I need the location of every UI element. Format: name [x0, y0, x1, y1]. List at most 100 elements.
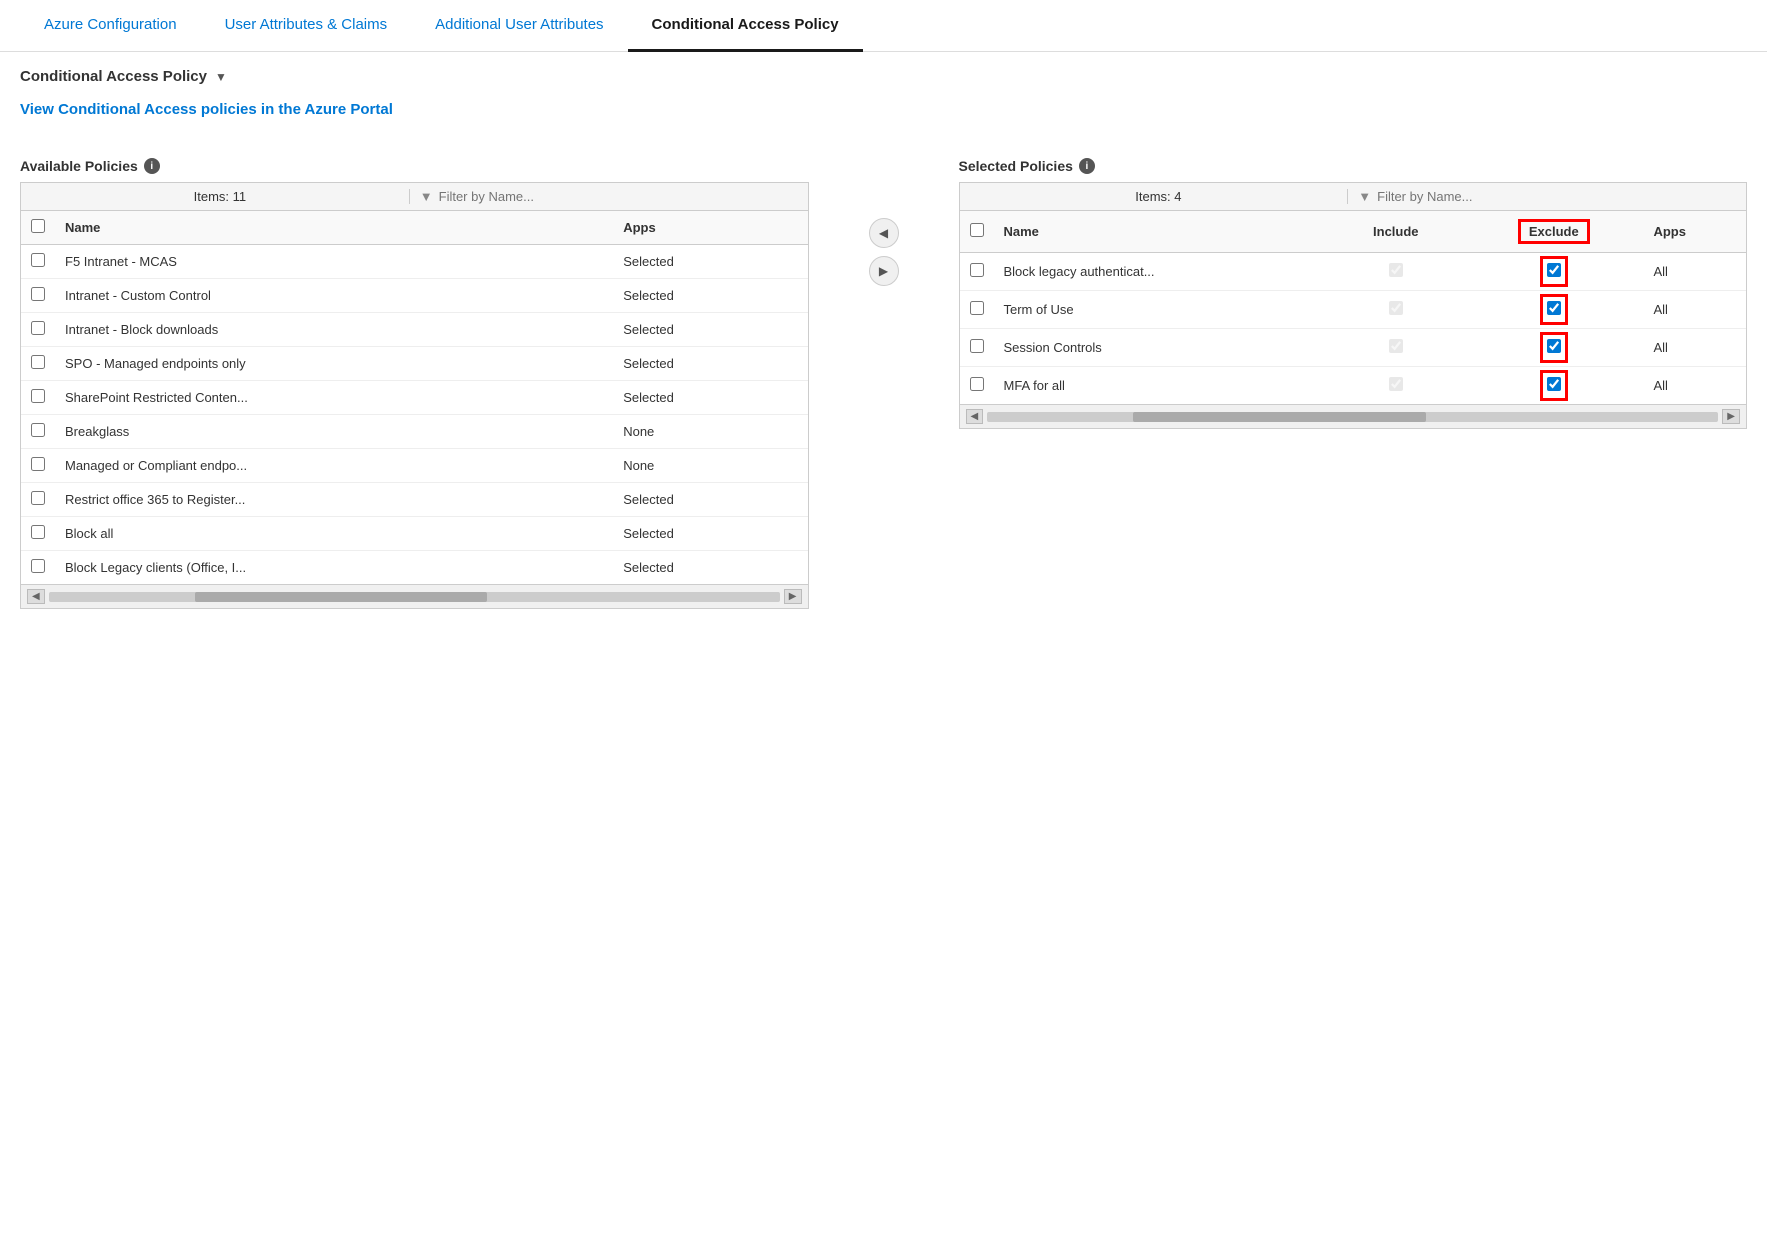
- available-row-checkbox[interactable]: [31, 559, 45, 573]
- selected-row-checkbox[interactable]: [970, 377, 984, 391]
- available-row-checkbox[interactable]: [31, 321, 45, 335]
- available-table-row: Restrict office 365 to Register... Selec…: [21, 483, 808, 517]
- selected-row-exclude-cell[interactable]: [1464, 253, 1643, 291]
- selected-row-name: Term of Use: [994, 291, 1328, 329]
- selected-policies-filter-input[interactable]: [1377, 189, 1736, 204]
- available-row-checkbox[interactable]: [31, 389, 45, 403]
- available-table-row: Intranet - Custom Control Selected: [21, 279, 808, 313]
- selected-row-include-checkbox[interactable]: [1389, 301, 1403, 315]
- available-row-checkbox-cell[interactable]: [21, 449, 55, 483]
- selected-policies-info-icon[interactable]: i: [1079, 158, 1095, 174]
- transfer-right-button[interactable]: ▶: [869, 256, 899, 286]
- available-select-all-checkbox[interactable]: [31, 219, 45, 233]
- selected-row-include-checkbox[interactable]: [1389, 263, 1403, 277]
- available-table-row: Breakglass None: [21, 415, 808, 449]
- available-row-apps: Selected: [613, 551, 807, 585]
- selected-row-checkbox-cell[interactable]: [960, 253, 994, 291]
- selected-scroll-track: [987, 412, 1718, 422]
- available-apps-header: Apps: [613, 211, 807, 245]
- dropdown-arrow-icon[interactable]: ▼: [215, 70, 227, 84]
- available-row-name: Block Legacy clients (Office, I...: [55, 551, 613, 585]
- selected-scroll-left[interactable]: ◀: [966, 409, 984, 424]
- available-row-checkbox-cell[interactable]: [21, 347, 55, 381]
- azure-portal-link[interactable]: View Conditional Access policies in the …: [20, 101, 393, 118]
- available-table-row: F5 Intranet - MCAS Selected: [21, 245, 808, 279]
- available-policies-filter-area: ▼: [409, 189, 798, 204]
- selected-row-exclude-checkbox[interactable]: [1547, 339, 1561, 353]
- selected-row-checkbox[interactable]: [970, 301, 984, 315]
- selected-scroll-right[interactable]: ▶: [1722, 409, 1740, 424]
- transfer-buttons: ◀ ▶: [869, 158, 899, 286]
- available-row-checkbox-cell[interactable]: [21, 415, 55, 449]
- selected-policies-toolbar: Items: 4 ▼: [960, 183, 1747, 211]
- selected-row-exclude-cell[interactable]: [1464, 367, 1643, 405]
- selected-row-checkbox[interactable]: [970, 339, 984, 353]
- selected-row-include-cell[interactable]: [1327, 291, 1464, 329]
- available-row-checkbox[interactable]: [31, 287, 45, 301]
- selected-row-checkbox-cell[interactable]: [960, 329, 994, 367]
- available-scroll-right[interactable]: ▶: [784, 589, 802, 604]
- selected-horizontal-scroll[interactable]: ◀ ▶: [960, 404, 1747, 428]
- available-row-checkbox-cell[interactable]: [21, 517, 55, 551]
- section-header: Conditional Access Policy ▼: [20, 68, 1747, 85]
- available-table-row: Block Legacy clients (Office, I... Selec…: [21, 551, 808, 585]
- available-row-name: Intranet - Block downloads: [55, 313, 613, 347]
- available-policies-scroll[interactable]: Name Apps F5 Intranet - MCAS Selected In…: [21, 211, 808, 584]
- selected-row-include-cell[interactable]: [1327, 253, 1464, 291]
- selected-apps-header: Apps: [1643, 211, 1746, 253]
- selected-row-apps: All: [1643, 253, 1746, 291]
- selected-policies-table: Name Include Exclude Apps Block l: [960, 211, 1747, 404]
- available-row-name: SharePoint Restricted Conten...: [55, 381, 613, 415]
- tab-additional-user-attributes[interactable]: Additional User Attributes: [411, 0, 627, 52]
- available-scroll-left[interactable]: ◀: [27, 589, 45, 604]
- selected-row-exclude-checkbox[interactable]: [1547, 263, 1561, 277]
- selected-row-include-cell[interactable]: [1327, 367, 1464, 405]
- available-row-name: Managed or Compliant endpo...: [55, 449, 613, 483]
- available-row-checkbox[interactable]: [31, 355, 45, 369]
- available-scroll-track: [49, 592, 780, 602]
- available-row-checkbox-cell[interactable]: [21, 551, 55, 585]
- available-row-checkbox[interactable]: [31, 491, 45, 505]
- tab-conditional-access[interactable]: Conditional Access Policy: [628, 0, 863, 52]
- available-policies-filter-input[interactable]: [439, 189, 798, 204]
- available-row-checkbox-cell[interactable]: [21, 245, 55, 279]
- section-title: Conditional Access Policy: [20, 68, 207, 85]
- selected-row-exclude-checkbox[interactable]: [1547, 377, 1561, 391]
- available-name-header: Name: [55, 211, 613, 245]
- available-row-checkbox-cell[interactable]: [21, 483, 55, 517]
- available-table-row: SPO - Managed endpoints only Selected: [21, 347, 808, 381]
- selected-table-row: MFA for all All: [960, 367, 1747, 405]
- selected-table-row: Term of Use All: [960, 291, 1747, 329]
- selected-row-exclude-cell[interactable]: [1464, 329, 1643, 367]
- tab-azure-configuration[interactable]: Azure Configuration: [20, 0, 201, 52]
- available-row-checkbox-cell[interactable]: [21, 279, 55, 313]
- transfer-left-button[interactable]: ◀: [869, 218, 899, 248]
- selected-row-exclude-cell[interactable]: [1464, 291, 1643, 329]
- available-policies-info-icon[interactable]: i: [144, 158, 160, 174]
- available-select-all-header[interactable]: [21, 211, 55, 245]
- available-row-checkbox[interactable]: [31, 423, 45, 437]
- selected-select-all-header[interactable]: [960, 211, 994, 253]
- available-row-apps: Selected: [613, 313, 807, 347]
- selected-row-checkbox-cell[interactable]: [960, 367, 994, 405]
- available-row-checkbox[interactable]: [31, 525, 45, 539]
- selected-row-exclude-checkbox[interactable]: [1547, 301, 1561, 315]
- tab-user-attributes[interactable]: User Attributes & Claims: [201, 0, 412, 52]
- available-row-apps: Selected: [613, 381, 807, 415]
- selected-row-name: Session Controls: [994, 329, 1328, 367]
- selected-row-include-cell[interactable]: [1327, 329, 1464, 367]
- available-row-apps: None: [613, 449, 807, 483]
- available-row-checkbox-cell[interactable]: [21, 313, 55, 347]
- available-row-checkbox[interactable]: [31, 253, 45, 267]
- selected-row-checkbox-cell[interactable]: [960, 291, 994, 329]
- available-row-checkbox[interactable]: [31, 457, 45, 471]
- selected-policies-scroll[interactable]: Name Include Exclude Apps Block l: [960, 211, 1747, 404]
- selected-row-include-checkbox[interactable]: [1389, 339, 1403, 353]
- selected-select-all-checkbox[interactable]: [970, 223, 984, 237]
- available-horizontal-scroll[interactable]: ◀ ▶: [21, 584, 808, 608]
- selected-row-checkbox[interactable]: [970, 263, 984, 277]
- selected-name-header: Name: [994, 211, 1328, 253]
- available-row-checkbox-cell[interactable]: [21, 381, 55, 415]
- selected-policies-count: Items: 4: [970, 189, 1348, 204]
- selected-row-include-checkbox[interactable]: [1389, 377, 1403, 391]
